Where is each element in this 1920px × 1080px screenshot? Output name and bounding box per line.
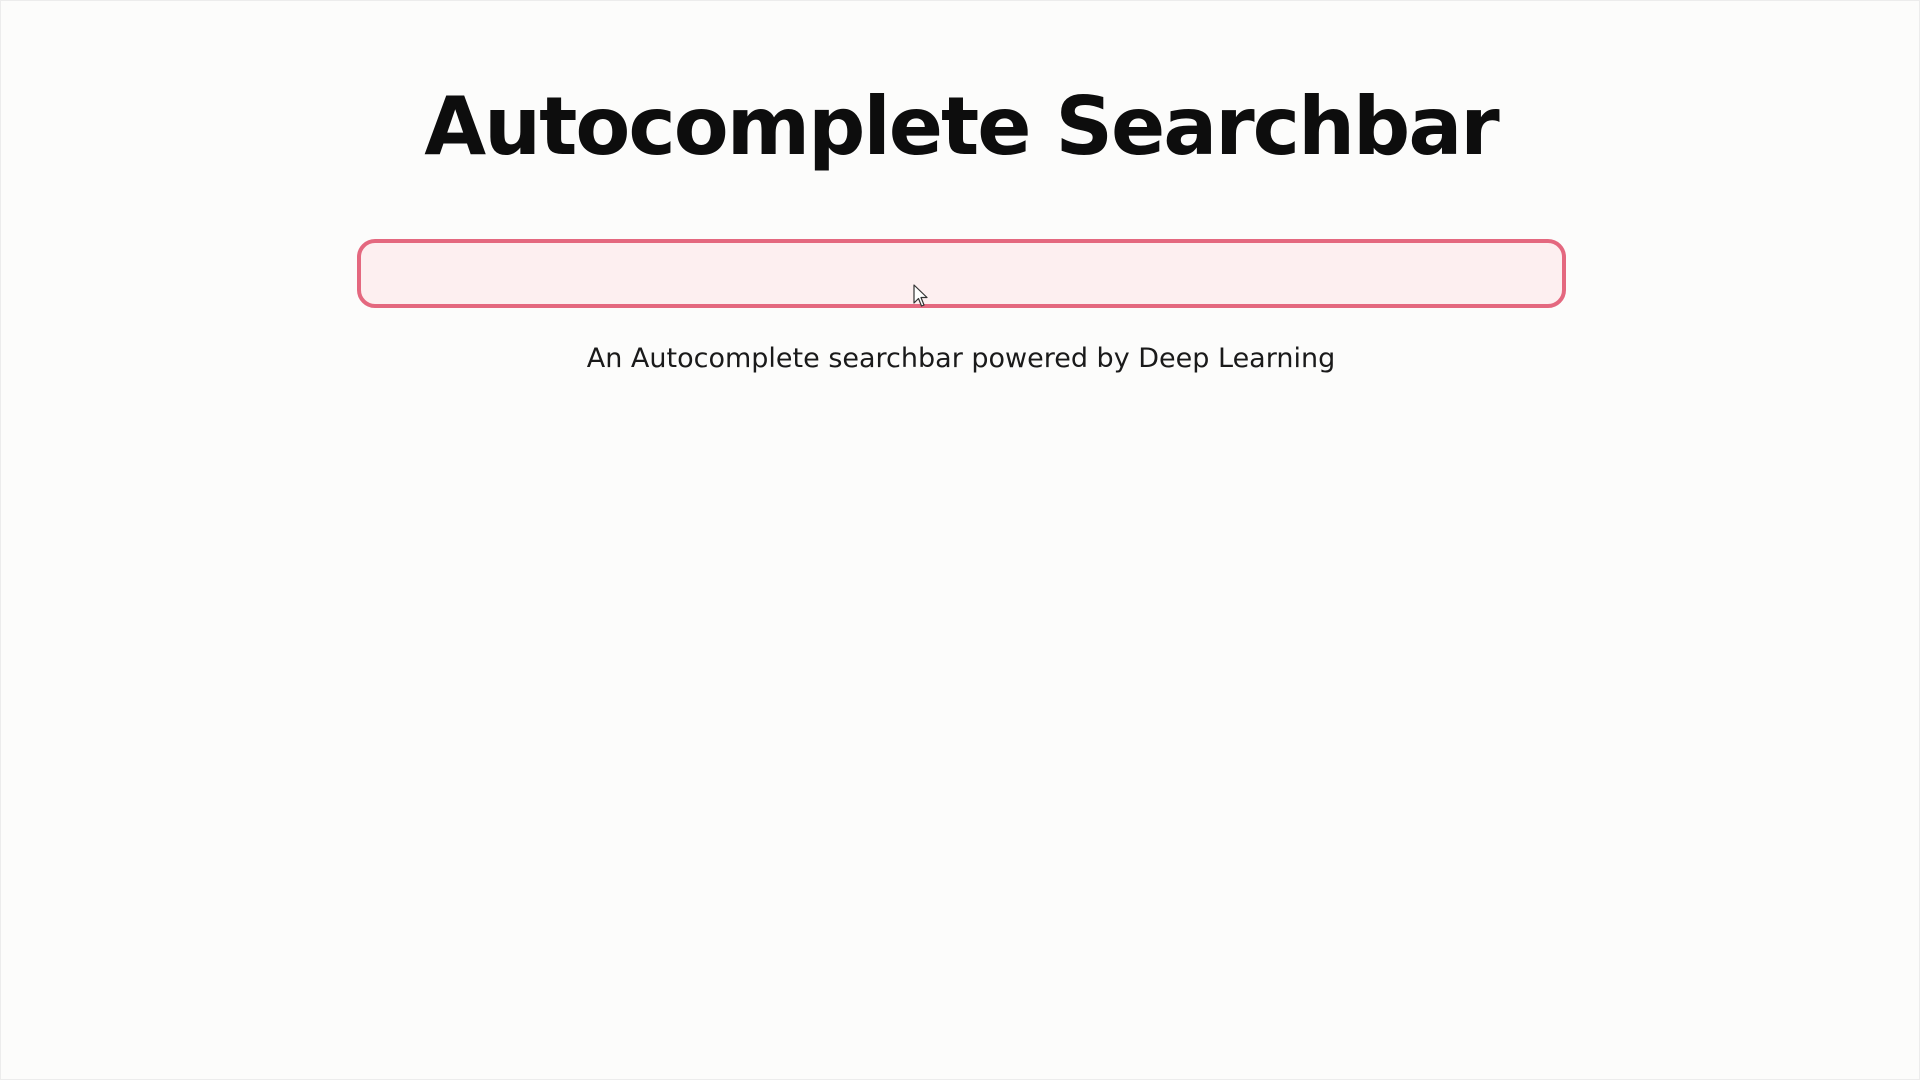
- page-title: Autocomplete Searchbar: [424, 80, 1500, 173]
- mouse-pointer-icon: [913, 284, 928, 307]
- page: Autocomplete Searchbar An Autocomplete s…: [0, 0, 1920, 1080]
- page-subtitle: An Autocomplete searchbar powered by Dee…: [586, 343, 1336, 374]
- search-bar: [357, 239, 1566, 308]
- search-input[interactable]: [357, 239, 1566, 308]
